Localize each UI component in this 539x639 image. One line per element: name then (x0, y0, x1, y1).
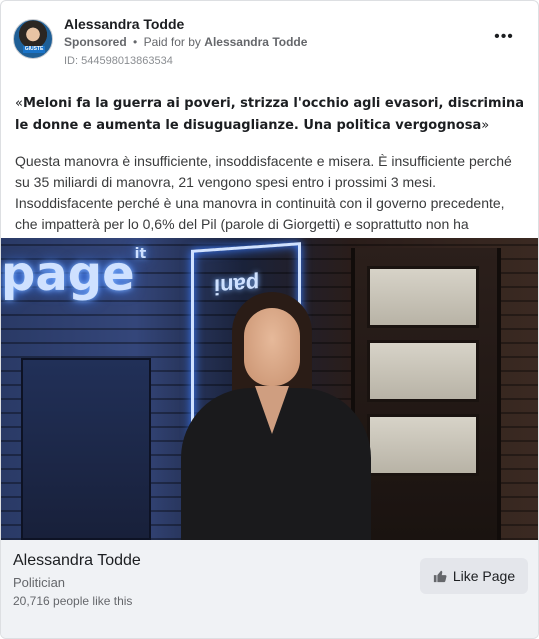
ad-footer: Alessandra Todde Politician 20,716 peopl… (1, 540, 538, 638)
headline-close-quote: » (481, 118, 490, 133)
footer-page-name[interactable]: Alessandra Todde (13, 552, 141, 570)
sponsored-label: Sponsored (64, 35, 127, 49)
paid-for-prefix: Paid for by (143, 35, 201, 49)
post-headline: «Meloni fa la guerra ai poveri, strizza … (15, 93, 527, 137)
ad-header: GIUSTE Alessandra Todde Sponsored • Paid… (13, 13, 526, 73)
footer-likes-count: 20,716 people like this (13, 594, 133, 608)
meta-separator: • (133, 35, 138, 49)
neon-sign-text: page (1, 246, 135, 302)
headline-text: Meloni fa la guerra ai poveri, strizza l… (15, 96, 525, 133)
thumbs-up-icon (433, 570, 447, 583)
door-pane (367, 266, 479, 328)
person-face (244, 308, 300, 386)
footer-category: Politician (13, 575, 66, 590)
door (351, 248, 501, 540)
window-left (21, 358, 151, 540)
neon-sign-suffix: it (134, 246, 147, 262)
more-options-icon[interactable]: ••• (492, 29, 516, 47)
avatar[interactable]: GIUSTE (13, 19, 53, 59)
neon-box-text: ᴉuɐd (214, 268, 260, 297)
ad-id: ID: 544598013863534 (64, 55, 173, 67)
ad-card: GIUSTE Alessandra Todde Sponsored • Paid… (0, 0, 539, 639)
avatar-badge: GIUSTE (23, 46, 45, 53)
neon-sign: pageit (1, 246, 146, 302)
door-pane (367, 340, 479, 402)
like-page-label: Like Page (452, 568, 516, 584)
paid-for-name: Alessandra Todde (204, 35, 308, 49)
door-pane (367, 414, 479, 476)
page-name[interactable]: Alessandra Todde (64, 16, 184, 32)
ad-image[interactable]: pageit ᴉuɐd (1, 238, 538, 540)
headline-open-quote: « (15, 96, 23, 111)
sponsored-line: Sponsored • Paid for by Alessandra Todde (64, 35, 307, 49)
like-page-button[interactable]: Like Page (420, 558, 528, 594)
